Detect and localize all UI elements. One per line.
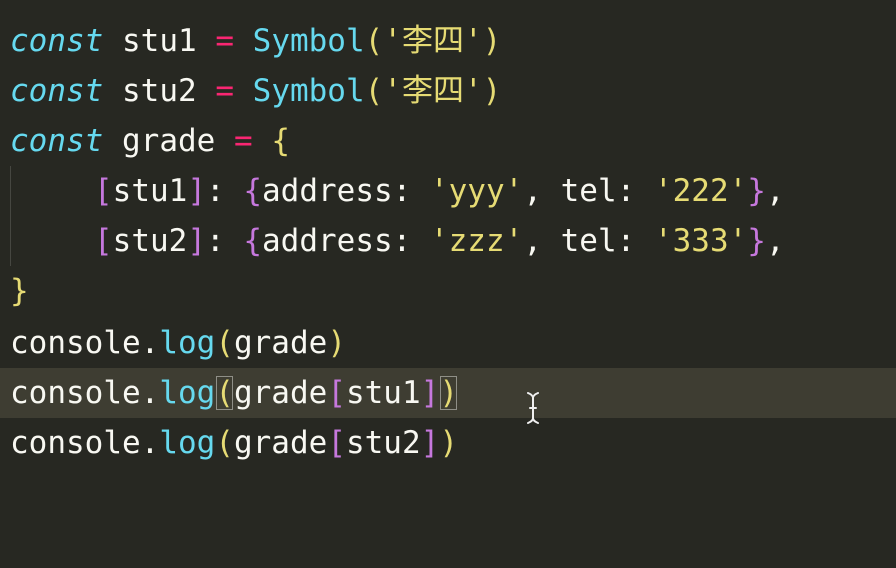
code-line-3[interactable]: const grade = { [0,116,896,166]
paren: ) [482,73,502,109]
keyword-const: const [10,123,104,159]
code-editor[interactable]: const stu1 = Symbol('李四') const stu2 = S… [0,0,896,495]
bracket: [ [94,223,113,259]
identifier: stu1 [345,375,421,411]
text-cursor-icon [527,392,539,424]
bracket: ] [187,173,206,209]
string-literal: '李四' [383,73,483,109]
method-name: log [159,325,216,361]
bracket: [ [327,425,346,461]
identifier: grade [233,425,328,461]
comma: , [765,173,785,209]
identifier: grade [233,375,328,411]
string-literal: '222' [653,173,748,209]
code-line-4[interactable]: [stu1]: {address: 'yyy', tel: '222'}, [0,166,896,216]
colon: : [206,223,244,259]
bracket: ] [420,375,440,411]
identifier: grade [233,325,328,361]
operator: = [233,123,253,159]
code-line-8-active[interactable]: console.log(grade[stu1]) [0,368,896,418]
string-literal: 'yyy' [429,173,524,209]
function-name: Symbol [252,73,365,109]
matched-paren: ( [215,375,234,411]
paren: ( [364,23,384,59]
matched-paren: ) [439,375,458,411]
property-key: , tel: [523,173,654,209]
paren: ) [327,325,346,361]
method-name: log [159,375,216,411]
object-console: console. [10,325,160,361]
comma: , [765,223,785,259]
string-literal: '333' [653,223,748,259]
paren: ) [482,23,502,59]
code-line-6[interactable]: } [0,266,896,316]
paren: ( [215,325,234,361]
identifier: stu1 [112,173,188,209]
string-literal: 'zzz' [429,223,524,259]
identifier: stu2 [345,425,421,461]
identifier: stu2 [112,223,188,259]
operator: = [215,73,234,109]
paren: ( [364,73,384,109]
code-line-7[interactable]: console.log(grade) [0,318,896,368]
identifier: stu1 [103,23,216,59]
brace: { [271,123,290,159]
bracket: ] [420,425,440,461]
brace: { [243,173,262,209]
property-key: address: [262,223,430,259]
operator: = [215,23,234,59]
keyword-const: const [10,73,104,109]
paren: ) [439,425,458,461]
brace: } [10,273,29,309]
bracket: [ [327,375,346,411]
keyword-const: const [10,23,104,59]
property-key: , tel: [523,223,654,259]
identifier: grade [103,123,234,159]
identifier: stu2 [103,73,216,109]
bracket: [ [94,173,113,209]
object-console: console. [10,425,160,461]
brace: } [747,173,766,209]
code-line-2[interactable]: const stu2 = Symbol('李四') [0,66,896,116]
code-line-1[interactable]: const stu1 = Symbol('李四') [0,16,896,66]
bracket: ] [187,223,206,259]
brace: } [747,223,766,259]
colon: : [206,173,244,209]
string-literal: '李四' [383,23,483,59]
property-key: address: [262,173,430,209]
function-name: Symbol [252,23,365,59]
code-line-9[interactable]: console.log(grade[stu2]) [0,418,896,468]
code-line-5[interactable]: [stu2]: {address: 'zzz', tel: '333'}, [0,216,896,266]
method-name: log [159,425,216,461]
brace: { [243,223,262,259]
paren: ( [215,425,234,461]
object-console: console. [10,375,160,411]
